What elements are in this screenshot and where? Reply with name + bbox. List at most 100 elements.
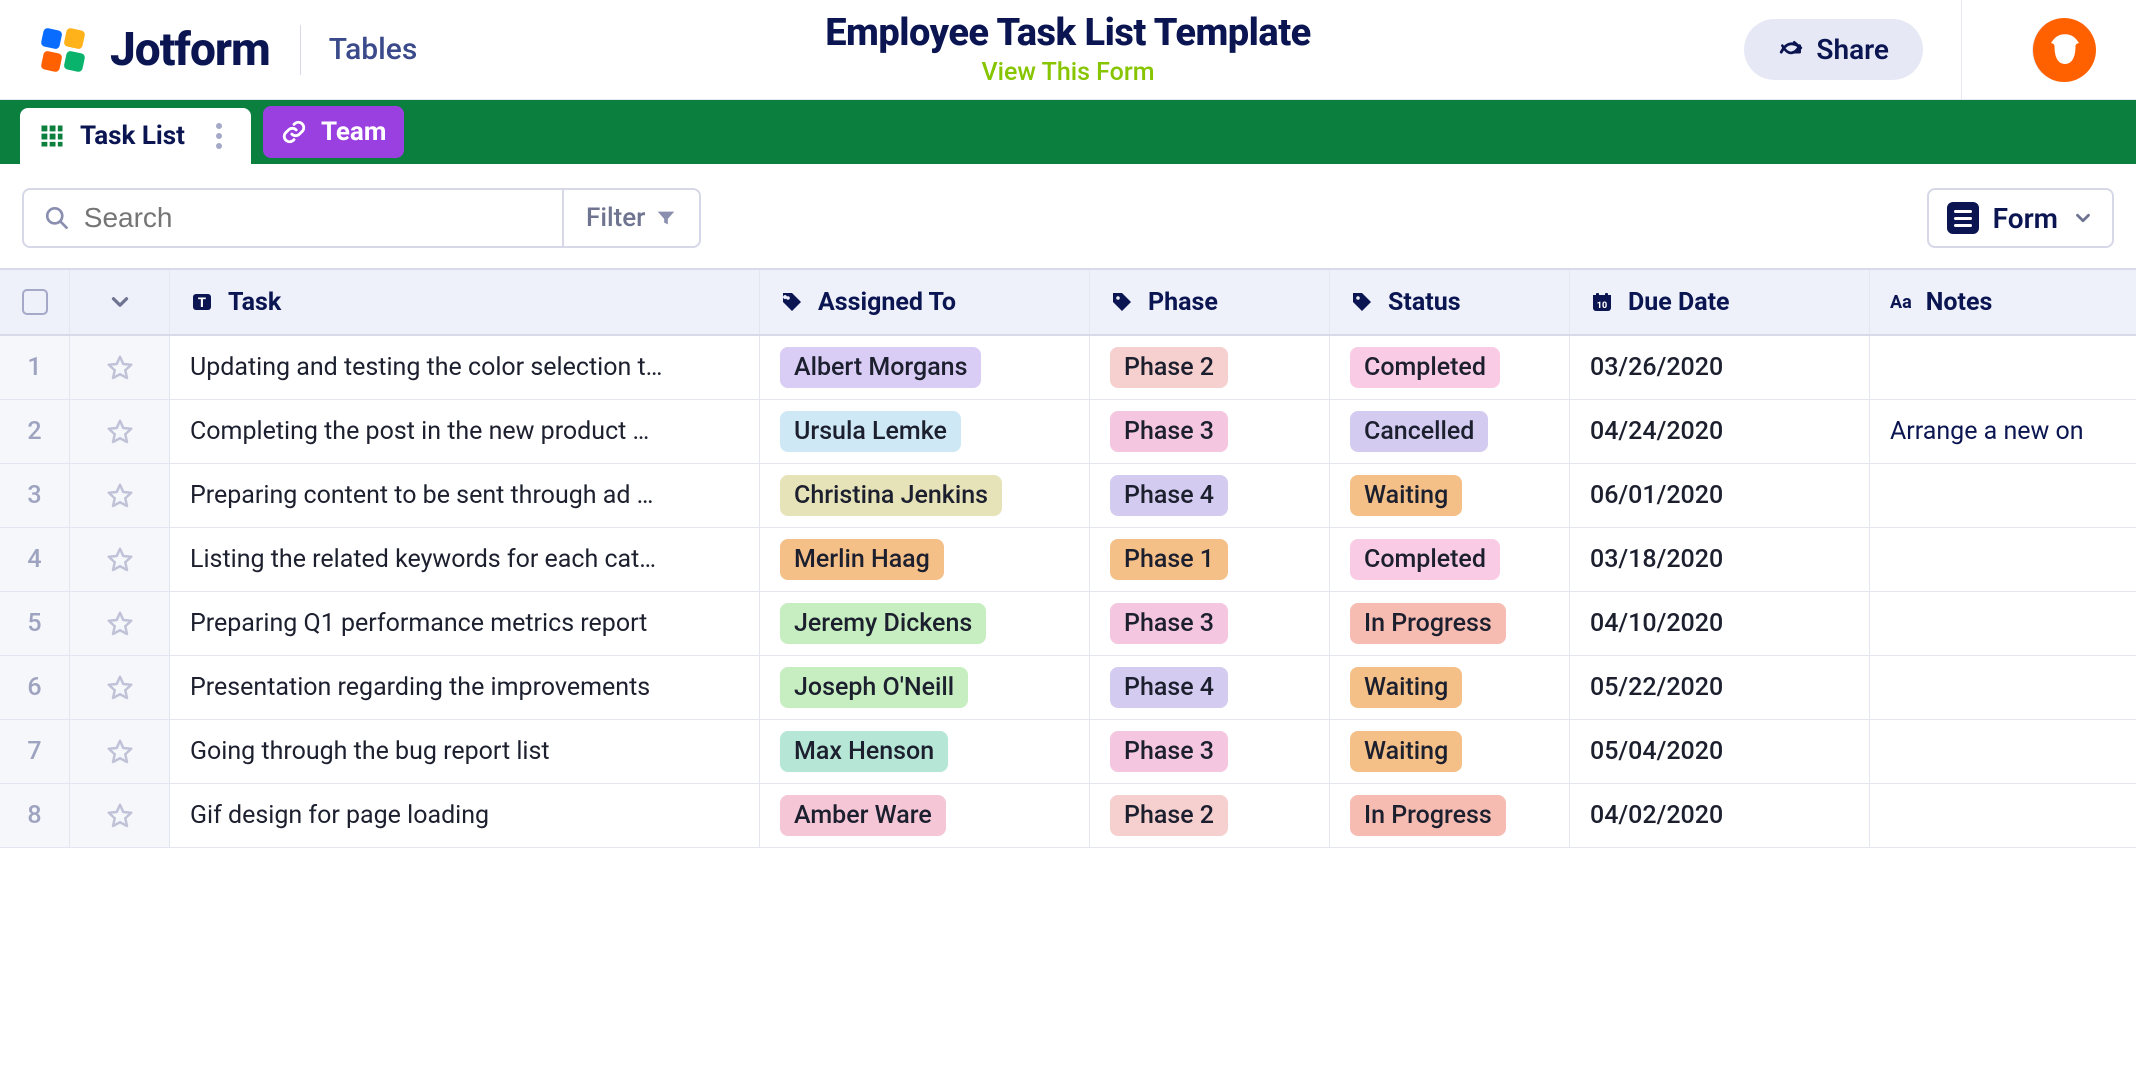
notes-cell[interactable]: Arrange a new on	[1870, 400, 2136, 464]
phase-cell[interactable]: Phase 3	[1090, 720, 1330, 784]
col-assigned[interactable]: Assigned To	[760, 270, 1090, 334]
notes-cell[interactable]	[1870, 656, 2136, 720]
status-cell[interactable]: Waiting	[1330, 656, 1570, 720]
search-box[interactable]	[24, 190, 562, 246]
phase-cell[interactable]: Phase 3	[1090, 400, 1330, 464]
avatar[interactable]	[2032, 18, 2096, 82]
logo-text: Jotform	[110, 23, 270, 77]
task-cell[interactable]: Listing the related keywords for each ca…	[170, 528, 760, 592]
notes-cell[interactable]	[1870, 784, 2136, 848]
phase-cell[interactable]: Phase 3	[1090, 592, 1330, 656]
phase-cell[interactable]: Phase 4	[1090, 656, 1330, 720]
due-cell[interactable]: 03/26/2020	[1570, 336, 1870, 400]
share-button[interactable]: Share	[1744, 19, 1923, 80]
assigned-cell[interactable]: Merlin Haag	[760, 528, 1090, 592]
tag-icon	[780, 290, 804, 314]
search-input[interactable]	[84, 202, 542, 234]
status-cell[interactable]: Waiting	[1330, 464, 1570, 528]
due-cell[interactable]: 05/04/2020	[1570, 720, 1870, 784]
assigned-cell[interactable]: Christina Jenkins	[760, 464, 1090, 528]
assigned-cell[interactable]: Jeremy Dickens	[760, 592, 1090, 656]
due-cell[interactable]: 04/02/2020	[1570, 784, 1870, 848]
table-row[interactable]: 8Gif design for page loadingAmber WarePh…	[0, 784, 2136, 848]
phase-cell[interactable]: Phase 2	[1090, 336, 1330, 400]
phase-pill: Phase 3	[1110, 411, 1228, 452]
task-cell[interactable]: Updating and testing the color selection…	[170, 336, 760, 400]
star-button[interactable]	[70, 720, 170, 784]
assigned-cell[interactable]: Joseph O'Neill	[760, 656, 1090, 720]
task-cell[interactable]: Completing the post in the new product …	[170, 400, 760, 464]
tab-task-list[interactable]: Task List	[20, 108, 251, 164]
filter-button[interactable]: Filter	[562, 190, 699, 246]
tab-team[interactable]: Team	[263, 106, 404, 158]
table-row[interactable]: 6Presentation regarding the improvements…	[0, 656, 2136, 720]
star-button[interactable]	[70, 592, 170, 656]
due-cell[interactable]: 04/10/2020	[1570, 592, 1870, 656]
title-block: Employee Task List Template View This Fo…	[825, 11, 1311, 89]
task-cell[interactable]: Preparing content to be sent through ad …	[170, 464, 760, 528]
star-icon	[105, 673, 135, 703]
table-row[interactable]: 1 Updating and testing the color selectio…	[0, 336, 2136, 400]
task-cell[interactable]: Presentation regarding the improvements	[170, 656, 760, 720]
view-form-link[interactable]: View This Form	[825, 58, 1311, 88]
assigned-cell[interactable]: Max Henson	[760, 720, 1090, 784]
assigned-cell[interactable]: Amber Ware	[760, 784, 1090, 848]
col-notes[interactable]: Aa Notes	[1870, 270, 2136, 334]
star-button[interactable]	[70, 336, 170, 400]
form-view-button[interactable]: Form	[1927, 188, 2114, 248]
row-number: 2	[0, 400, 70, 464]
notes-cell[interactable]	[1870, 720, 2136, 784]
notes-cell[interactable]	[1870, 528, 2136, 592]
table-row[interactable]: 3Preparing content to be sent through ad…	[0, 464, 2136, 528]
task-cell[interactable]: Going through the bug report list	[170, 720, 760, 784]
table-row[interactable]: 2 Completing the post in the new product …	[0, 400, 2136, 464]
section-label[interactable]: Tables	[329, 32, 418, 67]
row-number: 1	[0, 336, 70, 400]
table-row[interactable]: 7Going through the bug report listMax He…	[0, 720, 2136, 784]
page-title: Employee Task List Template	[825, 11, 1311, 57]
table-row[interactable]: 4Listing the related keywords for each c…	[0, 528, 2136, 592]
status-cell[interactable]: In Progress	[1330, 592, 1570, 656]
select-all-cell[interactable]	[0, 270, 70, 334]
table-row[interactable]: 5Preparing Q1 performance metrics report…	[0, 592, 2136, 656]
col-due[interactable]: 10 Due Date	[1570, 270, 1870, 334]
phase-cell[interactable]: Phase 4	[1090, 464, 1330, 528]
status-pill: Waiting	[1350, 475, 1462, 516]
status-cell[interactable]: Completed	[1330, 336, 1570, 400]
task-cell[interactable]: Preparing Q1 performance metrics report	[170, 592, 760, 656]
notes-cell[interactable]	[1870, 592, 2136, 656]
star-icon	[105, 545, 135, 575]
status-cell[interactable]: In Progress	[1330, 784, 1570, 848]
assigned-cell[interactable]: Ursula Lemke	[760, 400, 1090, 464]
star-icon	[105, 609, 135, 639]
status-cell[interactable]: Completed	[1330, 528, 1570, 592]
due-cell[interactable]: 06/01/2020	[1570, 464, 1870, 528]
star-button[interactable]	[70, 400, 170, 464]
col-status[interactable]: Status	[1330, 270, 1570, 334]
phase-cell[interactable]: Phase 2	[1090, 784, 1330, 848]
status-cell[interactable]: Waiting	[1330, 720, 1570, 784]
assigned-cell[interactable]: Albert Morgans	[760, 336, 1090, 400]
logo[interactable]: Jotform	[0, 23, 270, 77]
col-task[interactable]: T Task	[170, 270, 760, 334]
assignee-pill: Joseph O'Neill	[780, 667, 968, 708]
star-button[interactable]	[70, 528, 170, 592]
due-cell[interactable]: 05/22/2020	[1570, 656, 1870, 720]
notes-cell[interactable]	[1870, 464, 2136, 528]
phase-cell[interactable]: Phase 1	[1090, 528, 1330, 592]
status-pill: Completed	[1350, 539, 1500, 580]
star-button[interactable]	[70, 464, 170, 528]
col-label: Task	[228, 288, 281, 317]
due-cell[interactable]: 03/18/2020	[1570, 528, 1870, 592]
expand-header[interactable]	[70, 270, 170, 334]
star-button[interactable]	[70, 784, 170, 848]
tab-options-button[interactable]	[205, 123, 233, 149]
col-phase[interactable]: Phase	[1090, 270, 1330, 334]
checkbox-icon[interactable]	[22, 289, 48, 315]
task-cell[interactable]: Gif design for page loading	[170, 784, 760, 848]
status-cell[interactable]: Cancelled	[1330, 400, 1570, 464]
notes-cell[interactable]	[1870, 336, 2136, 400]
star-button[interactable]	[70, 656, 170, 720]
tab-bar: Task List Team	[0, 100, 2136, 164]
due-cell[interactable]: 04/24/2020	[1570, 400, 1870, 464]
